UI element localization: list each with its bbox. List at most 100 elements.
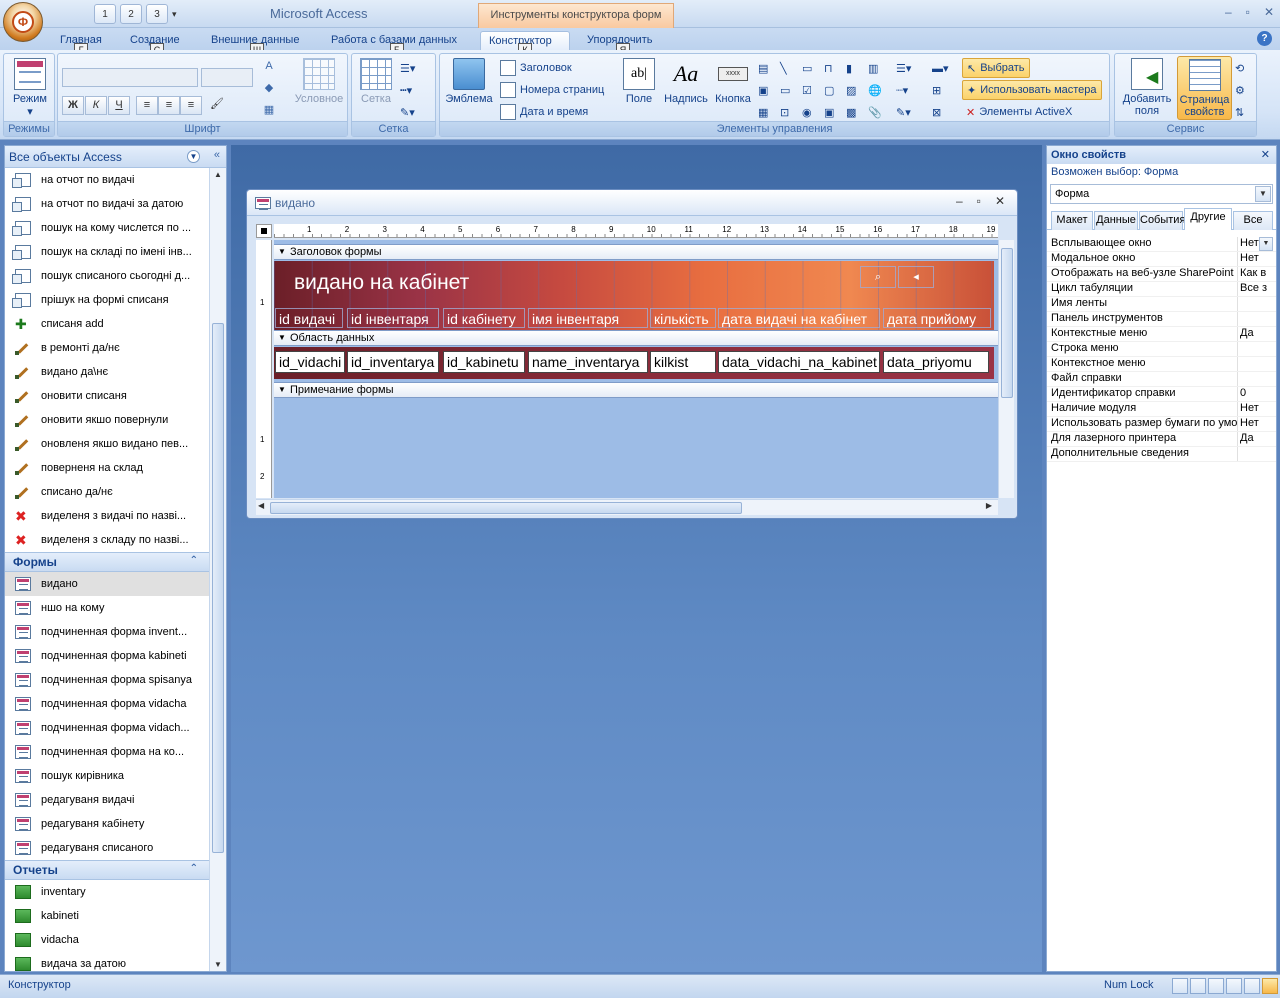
- nav-query-item[interactable]: пошук на складі по імені інв...: [5, 240, 210, 264]
- nav-query-item[interactable]: на отчот по видачі за датою: [5, 192, 210, 216]
- chart-tool-icon[interactable]: ▮: [846, 58, 852, 78]
- fill-color-icon[interactable]: ◆: [258, 80, 280, 99]
- nav-form-item[interactable]: пошук кирівника: [5, 764, 210, 788]
- property-row[interactable]: Файл справки: [1047, 372, 1276, 387]
- scroll-up-icon[interactable]: ▲: [214, 170, 222, 179]
- property-row[interactable]: Строка меню: [1047, 342, 1276, 357]
- listbox-icon[interactable]: ▤: [758, 58, 768, 78]
- line-type-icon[interactable]: ┅▾: [400, 80, 412, 100]
- property-row[interactable]: Модальное окно Нет: [1047, 252, 1276, 267]
- collapse-group-icon[interactable]: ⌃: [190, 863, 198, 874]
- label-name-inventarya[interactable]: імя інвентаря: [528, 308, 648, 328]
- property-value[interactable]: Нет: [1238, 402, 1274, 416]
- emblem-button[interactable]: Эмблема: [444, 58, 494, 105]
- gridlines-button[interactable]: Сетка: [358, 58, 394, 105]
- collapse-group-icon[interactable]: ⌃: [190, 555, 198, 566]
- add-fields-button[interactable]: ◀ Добавить поля: [1117, 58, 1177, 117]
- gridlines-icon[interactable]: ▦: [258, 102, 280, 121]
- line-color-icon[interactable]: ✎▾: [400, 102, 415, 122]
- option-group-icon[interactable]: ⊡: [780, 102, 789, 122]
- view-code-icon[interactable]: ⟲: [1235, 58, 1244, 78]
- nav-form-item[interactable]: редагуваня видачі: [5, 788, 210, 812]
- nav-group-forms[interactable]: Формы ⌃: [5, 552, 210, 572]
- insert-page-icon[interactable]: ▥: [868, 58, 878, 78]
- align-right-icon[interactable]: ≡: [180, 96, 202, 115]
- nav-report-item[interactable]: видача за датою: [5, 952, 210, 971]
- conditional-format-button[interactable]: Условное: [292, 58, 346, 105]
- chevron-down-icon[interactable]: ▼: [1255, 186, 1271, 202]
- property-row[interactable]: Всплывающее окно Нет ▼: [1047, 237, 1276, 252]
- property-row[interactable]: Панель инструментов: [1047, 312, 1276, 327]
- use-wizards-button[interactable]: ✦ Использовать мастера: [962, 80, 1102, 100]
- nav-query-item[interactable]: оновленя якшо видано пев...: [5, 432, 210, 456]
- property-row[interactable]: Имя ленты: [1047, 297, 1276, 312]
- header-button[interactable]: Заголовок: [500, 58, 572, 78]
- qat-dropdown-icon[interactable]: ▾: [172, 4, 182, 24]
- form-window-titlebar[interactable]: видано – ▫ ✕: [247, 190, 1017, 216]
- label-id-inventarya[interactable]: id інвентаря: [347, 308, 439, 328]
- subform-icon[interactable]: ▦: [758, 102, 768, 122]
- chevron-down-icon[interactable]: ▼: [1259, 237, 1273, 251]
- property-value[interactable]: Все з: [1238, 282, 1274, 296]
- help-icon[interactable]: ?: [1257, 31, 1272, 46]
- font-size-combo[interactable]: [201, 68, 253, 87]
- design-hscroll-thumb[interactable]: [270, 502, 742, 514]
- property-row[interactable]: Использовать размер бумаги по умолчаниюН…: [1047, 417, 1276, 432]
- redo-button[interactable]: 3: [146, 4, 168, 24]
- tab-data[interactable]: Данные: [1094, 211, 1138, 230]
- picture-icon[interactable]: ▩: [846, 102, 856, 122]
- field-data-priyomu[interactable]: data_priyomu: [883, 351, 989, 373]
- restore-icon[interactable]: ▫: [977, 194, 981, 208]
- office-button[interactable]: Ф: [3, 2, 43, 42]
- nav-collapse-icon[interactable]: «: [214, 149, 220, 161]
- bold-button[interactable]: Ж: [62, 96, 84, 115]
- scroll-right-icon[interactable]: ▶: [986, 501, 992, 510]
- nav-form-item[interactable]: видано: [5, 572, 210, 596]
- property-sheet-button[interactable]: Страница свойств: [1177, 56, 1232, 120]
- property-value[interactable]: [1238, 447, 1274, 461]
- property-value[interactable]: [1238, 297, 1274, 311]
- label-id-kabinetu[interactable]: id кабінету: [443, 308, 525, 328]
- page-numbers-button[interactable]: Номера страниц: [500, 80, 604, 100]
- property-row[interactable]: Идентификатор справки 0: [1047, 387, 1276, 402]
- bound-frame-icon[interactable]: ▢: [824, 80, 834, 100]
- section-header-bar[interactable]: Заголовок формы: [274, 244, 998, 260]
- nav-query-item[interactable]: ✖ виделеня з видачі по назві...: [5, 504, 210, 528]
- tab-order-icon[interactable]: ⇅: [1235, 102, 1244, 122]
- undo-button[interactable]: 2: [120, 4, 142, 24]
- maximize-icon[interactable]: ▫: [1246, 5, 1250, 19]
- italic-button[interactable]: К: [85, 96, 107, 115]
- form-view-icon[interactable]: [1172, 978, 1188, 994]
- line-style-icon[interactable]: ┈▾: [896, 80, 908, 100]
- nav-report-item[interactable]: kabineti: [5, 904, 210, 928]
- object-selector-combo[interactable]: Форма ▼: [1050, 184, 1273, 204]
- nav-query-item[interactable]: пошук на кому числется по ...: [5, 216, 210, 240]
- property-value[interactable]: Нет ▼: [1238, 237, 1274, 251]
- field-id-inventarya[interactable]: id_inventarya: [347, 351, 439, 373]
- property-row[interactable]: Наличие модуля Нет: [1047, 402, 1276, 417]
- label-data-vidachi[interactable]: дата видачі на кабінет: [718, 308, 880, 328]
- property-value[interactable]: Нет: [1238, 417, 1274, 431]
- set-control-defaults-icon[interactable]: ⊠: [932, 102, 941, 122]
- nav-header[interactable]: Все объекты Access ▼ «: [5, 146, 226, 168]
- close-icon[interactable]: ✕: [1261, 148, 1270, 161]
- field-name-inventarya[interactable]: name_inventarya: [528, 351, 648, 373]
- caption-button[interactable]: Aa Надпись: [662, 58, 710, 105]
- property-value[interactable]: Да: [1238, 432, 1274, 446]
- nav-form-item[interactable]: ншо на кому: [5, 596, 210, 620]
- nav-form-item[interactable]: подчиненная форма vidach...: [5, 716, 210, 740]
- line-thickness-icon[interactable]: ☰▾: [400, 58, 415, 78]
- form-selector[interactable]: [256, 224, 272, 238]
- combobox-icon[interactable]: ▣: [758, 80, 768, 100]
- property-value[interactable]: Да: [1238, 327, 1274, 341]
- command-button[interactable]: xxxx Кнопка: [712, 58, 754, 105]
- form-title-label[interactable]: видано на кабінет: [294, 271, 469, 295]
- section-footer-bar[interactable]: Примечание формы: [274, 382, 998, 398]
- property-row[interactable]: Для лазерного принтера Да: [1047, 432, 1276, 447]
- nav-menu-chevron-icon[interactable]: ▼: [187, 150, 200, 163]
- checkbox-icon[interactable]: ☑: [802, 80, 812, 100]
- property-value[interactable]: Как в: [1238, 267, 1274, 281]
- property-row[interactable]: Контекстные меню Да: [1047, 327, 1276, 342]
- align-center-icon[interactable]: ≡: [158, 96, 180, 115]
- nav-query-item[interactable]: оновити списаня: [5, 384, 210, 408]
